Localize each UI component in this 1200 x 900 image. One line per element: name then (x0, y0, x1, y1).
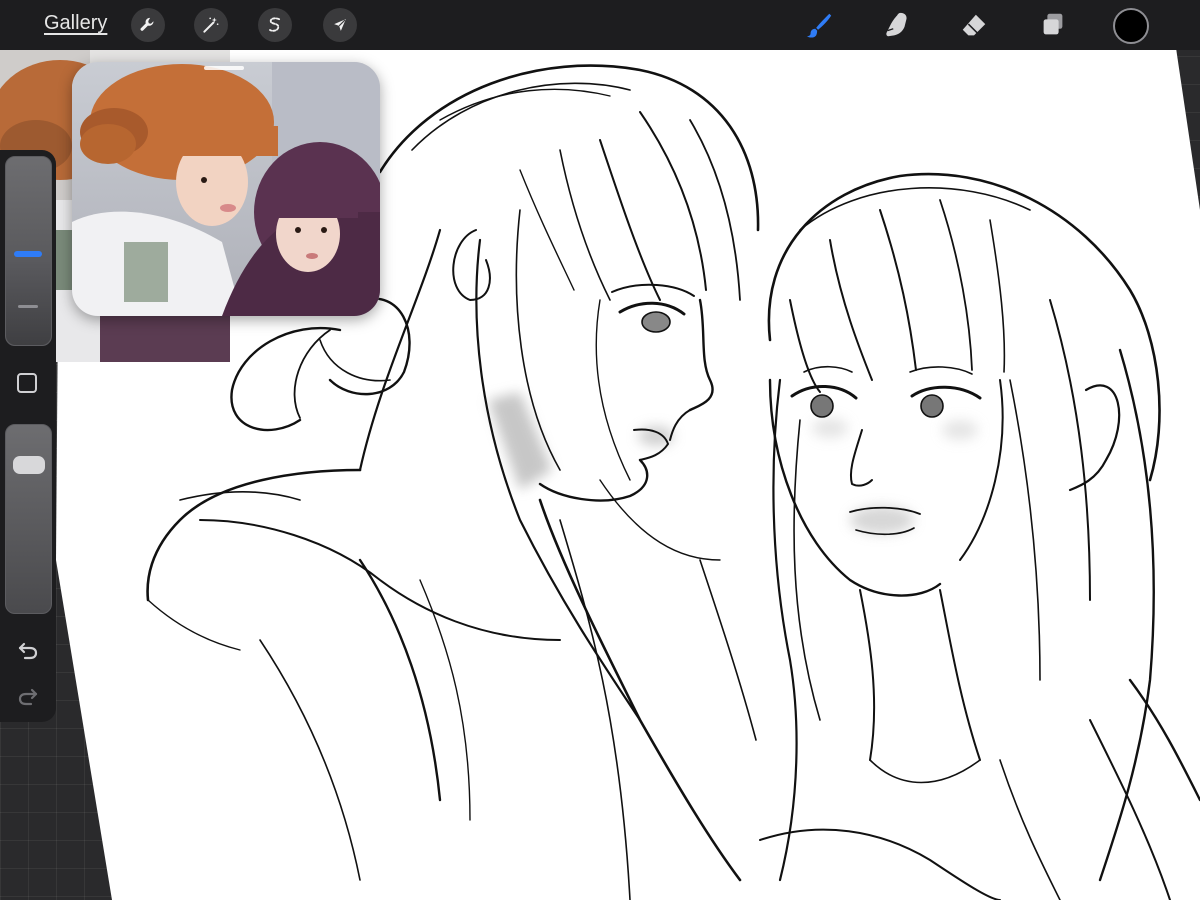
top-toolbar: Gallery (0, 0, 1200, 50)
eraser-icon (962, 14, 986, 36)
reference-photo (72, 62, 380, 316)
adjustments-button[interactable] (194, 8, 228, 42)
brush-tool-button[interactable] (800, 6, 838, 44)
layers-button[interactable] (1034, 6, 1072, 44)
brush-size-marker (18, 305, 38, 308)
brush-size-fill (6, 260, 51, 345)
opacity-handle[interactable] (13, 456, 45, 474)
redo-button[interactable] (12, 680, 44, 712)
wrench-icon (140, 17, 154, 31)
undo-arrow-icon (18, 642, 38, 660)
brush-size-handle[interactable] (14, 251, 42, 257)
selection-s-icon (269, 17, 281, 32)
reference-window[interactable] (72, 62, 380, 316)
selection-button[interactable] (258, 8, 292, 42)
color-picker-button[interactable] (1113, 8, 1149, 44)
arrow-cursor-icon (334, 19, 346, 31)
modify-button[interactable] (17, 373, 37, 393)
gallery-button[interactable]: Gallery (44, 12, 107, 35)
left-sidebar (0, 150, 56, 722)
transform-button[interactable] (323, 8, 357, 42)
opacity-slider[interactable] (5, 424, 52, 614)
smudge-tool-button[interactable] (878, 6, 916, 44)
brush-size-slider[interactable] (5, 156, 52, 346)
actions-button[interactable] (131, 8, 165, 42)
brush-icon (806, 13, 832, 38)
redo-arrow-icon (18, 688, 38, 706)
layers-icon (1043, 13, 1063, 35)
reference-drag-handle[interactable] (204, 66, 244, 70)
smudge-icon (886, 12, 907, 37)
magic-wand-icon (203, 17, 219, 33)
undo-button[interactable] (12, 634, 44, 666)
eraser-tool-button[interactable] (955, 6, 993, 44)
